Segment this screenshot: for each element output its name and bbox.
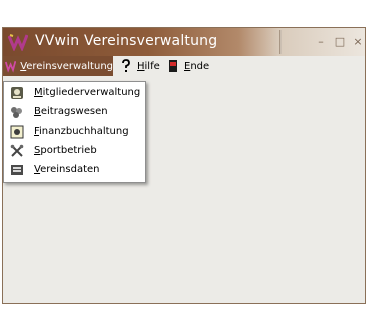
window-title: VVwin Vereinsverwaltung [35,33,218,49]
menu-bar: Vereinsverwaltung Hilfe Ende [3,56,365,76]
vvwin-logo-icon [5,60,17,73]
menu-vereinsverwaltung[interactable]: Vereinsverwaltung [3,56,113,76]
sports-icon [10,144,24,157]
dropdown-item-label: Beitragswesen [34,106,108,117]
maximize-button[interactable]: □ [333,35,347,49]
exit-door-icon [169,60,177,72]
dropdown-item-label: Mitgliederverwaltung [34,87,141,98]
title-bar[interactable]: VVwin Vereinsverwaltung – □ × [3,28,365,56]
coins-icon [11,106,22,118]
menu-ende[interactable]: Ende [166,56,209,76]
club-data-icon [11,164,23,175]
dropdown-item-label: Finanzbuchhaltung [34,126,129,137]
vvwin-logo-icon [8,34,28,51]
dropdown-item-finanzbuchhaltung[interactable]: Finanzbuchhaltung [4,122,143,141]
close-button[interactable]: × [351,35,365,49]
title-separator [279,30,282,54]
dropdown-item-label: Vereinsdaten [34,164,100,175]
dropdown-item-label: Sportbetrieb [34,145,97,156]
question-icon [122,59,130,72]
minimize-button[interactable]: – [314,35,328,49]
dropdown-item-beitragswesen[interactable]: Beitragswesen [4,102,143,121]
dropdown-item-sportbetrieb[interactable]: Sportbetrieb [4,141,143,160]
menu-hilfe[interactable]: Hilfe [119,56,160,76]
members-icon [11,86,23,99]
menu-label: Hilfe [137,60,160,72]
dropdown-item-mitgliederverwaltung[interactable]: Mitgliederverwaltung [4,83,143,102]
dropdown-menu: Mitgliederverwaltung Beitragswesen Finan… [3,81,146,183]
menu-label: Ende [184,60,210,72]
dropdown-item-vereinsdaten[interactable]: Vereinsdaten [4,160,143,179]
menu-label: Vereinsverwaltung [20,60,113,72]
finance-icon [10,125,24,138]
